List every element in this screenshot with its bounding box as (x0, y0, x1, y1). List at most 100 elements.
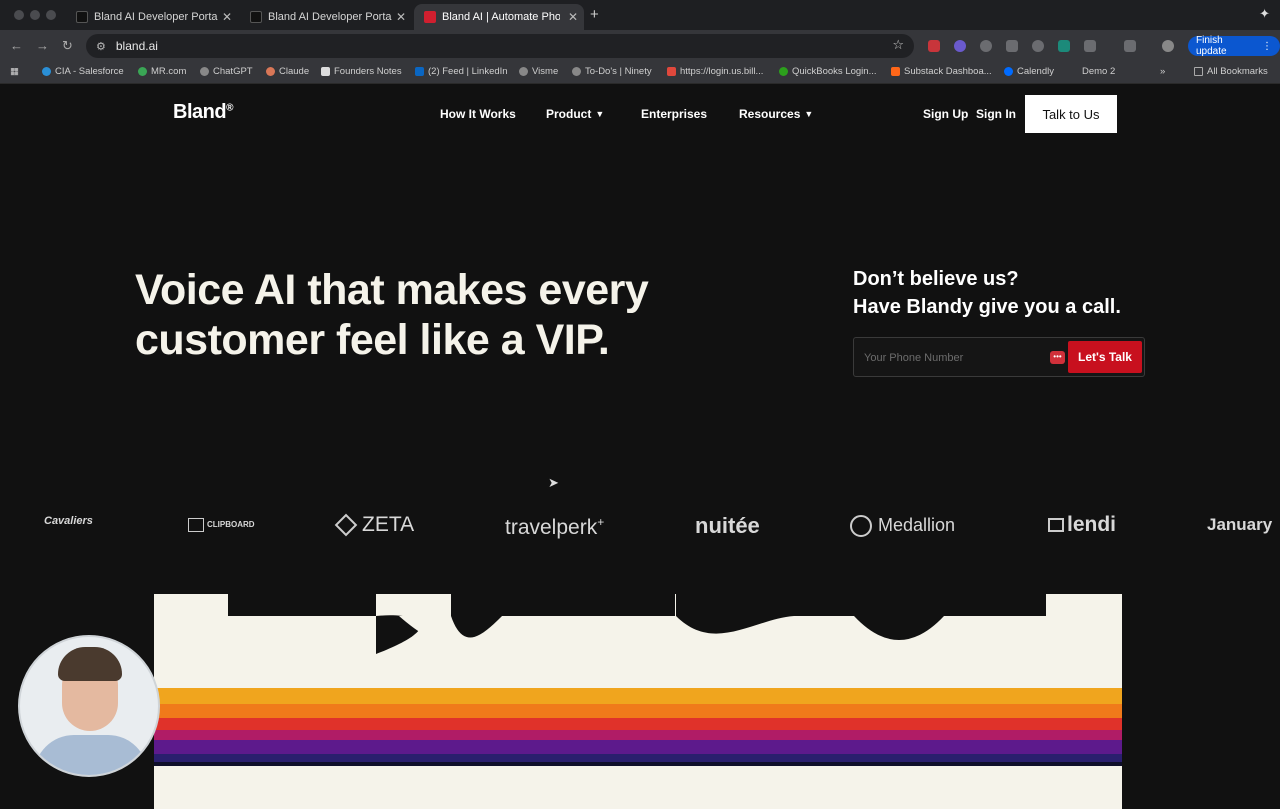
button-label: Let's Talk (1078, 350, 1132, 364)
tab-close-icon[interactable]: ✕ (396, 10, 406, 24)
brand-name: lendi (1067, 513, 1117, 536)
apps-grid-icon[interactable]: ▦ (10, 66, 19, 77)
brand-logo-cavaliers: Cavaliers (44, 515, 93, 527)
tab-close-icon[interactable]: ✕ (222, 10, 232, 24)
extension-icon[interactable] (954, 40, 966, 52)
zeta-diamond-icon (334, 514, 358, 537)
bookmark-item[interactable]: Substack Dashboa... (891, 66, 992, 77)
bookmark-item[interactable]: MR.com (138, 66, 186, 77)
back-icon[interactable]: ← (10, 38, 23, 53)
presenter-hair (58, 647, 122, 681)
linkedin-icon (415, 67, 424, 76)
extension-icon[interactable] (1058, 40, 1070, 52)
bookmarks-bar: ▦ CIA - Salesforce MR.com ChatGPT Claude… (0, 62, 1280, 84)
sign-in-link[interactable]: Sign In (976, 107, 1016, 121)
address-bar[interactable]: ⚙ bland.ai ☆ (86, 34, 914, 58)
bookmark-item[interactable]: ChatGPT (200, 66, 253, 77)
browser-tab-active[interactable]: Bland AI | Automate Phone Ca ✕ (414, 4, 584, 30)
banner-stripe (154, 740, 1122, 754)
window-close-dot[interactable] (14, 10, 24, 20)
forward-icon[interactable]: → (36, 38, 49, 53)
bookmark-label: https://login.us.bill... (680, 66, 764, 77)
brand-logo-travelperk: travelperk+ (505, 515, 605, 539)
cta-line: Have Blandy give you a call. (853, 296, 1121, 318)
hero-headline: Voice AI that makes every customer feel … (135, 265, 735, 365)
bookmark-star-icon[interactable]: ☆ (892, 37, 904, 53)
sign-up-link[interactable]: Sign Up (923, 107, 968, 121)
bookmark-item[interactable]: To-Do's | Ninety (572, 66, 652, 77)
brand-name: Cavaliers (44, 515, 93, 527)
webcam-presenter-bubble (18, 635, 160, 777)
nav-label: How It Works (440, 107, 516, 121)
bookmark-label: Founders Notes (334, 66, 402, 77)
nav-product[interactable]: Product ▼ (546, 107, 604, 121)
salesforce-icon (42, 67, 51, 76)
banner-stripe (154, 688, 1122, 704)
bookmark-item[interactable]: Claude (266, 66, 309, 77)
bookmark-item[interactable]: Visme (519, 66, 558, 77)
extension-icon[interactable] (928, 40, 940, 52)
extension-icon[interactable] (1032, 40, 1044, 52)
nav-resources[interactable]: Resources ▼ (739, 107, 813, 121)
bookmark-item[interactable]: Founders Notes (321, 66, 402, 77)
all-bookmarks[interactable]: All Bookmarks (1194, 66, 1268, 77)
address-url[interactable]: bland.ai (116, 39, 158, 53)
bookmark-item[interactable]: Demo 2 (1082, 66, 1115, 77)
lets-talk-button[interactable]: Let's Talk (1068, 341, 1142, 373)
visme-icon (519, 67, 528, 76)
nav-label: Sign Up (923, 107, 969, 121)
profile-avatar[interactable] (1162, 40, 1174, 52)
button-label: Talk to Us (1042, 106, 1100, 122)
presenter-shirt (34, 735, 148, 775)
brand-logo-clipboard: CLIPBOARD (188, 518, 255, 532)
extension-icon[interactable] (980, 40, 992, 52)
quickbooks-icon (779, 67, 788, 76)
banner-stripe (154, 754, 1122, 762)
window-zoom-dot[interactable] (46, 10, 56, 20)
phone-number-input[interactable] (864, 348, 1044, 368)
mr-icon (138, 67, 147, 76)
more-bookmarks-icon[interactable]: » (1160, 66, 1165, 77)
finish-update-button[interactable]: Finish update ⋮ (1188, 35, 1280, 57)
substack-icon (891, 67, 900, 76)
bookmark-item[interactable]: CIA - Salesforce (42, 66, 124, 77)
bookmark-item[interactable]: https://login.us.bill... (667, 66, 763, 77)
new-tab-icon[interactable]: + (590, 6, 599, 23)
founders-notes-icon (321, 67, 330, 76)
window-minimize-dot[interactable] (30, 10, 40, 20)
site-info-icon[interactable]: ⚙ (96, 40, 106, 53)
chevron-down-icon: ▼ (804, 109, 814, 119)
clipboard-icon (188, 518, 204, 532)
browser-tab[interactable]: Bland AI Developer Portal ✕ (66, 4, 238, 30)
browser-tab[interactable]: Bland AI Developer Portal ✕ (240, 4, 412, 30)
bookmark-label: Claude (279, 66, 310, 77)
claude-icon (266, 67, 275, 76)
bill-icon (667, 67, 676, 76)
finish-update-label: Finish update (1196, 35, 1227, 57)
reload-icon[interactable]: ↻ (62, 38, 73, 54)
medallion-icon (850, 515, 872, 538)
hero-line: customer feel like a VIP. (135, 316, 610, 364)
gemini-spark-icon[interactable]: ✦ (1259, 6, 1270, 22)
nav-how-it-works[interactable]: How It Works (440, 107, 516, 121)
nav-enterprises[interactable]: Enterprises (641, 107, 707, 121)
nav-label: Sign In (976, 107, 1016, 121)
talk-to-us-button[interactable]: Talk to Us (1025, 95, 1117, 133)
tab-close-icon[interactable]: ✕ (568, 10, 578, 24)
hero-line: Voice AI that makes every (135, 266, 649, 314)
bland-logo[interactable]: Bland® (173, 101, 233, 124)
bookmark-item[interactable]: Calendly (1004, 66, 1054, 77)
bookmark-item[interactable]: (2) Feed | LinkedIn (415, 66, 508, 77)
nav-label: Resources (739, 107, 801, 121)
tab-title: Bland AI Developer Portal (94, 11, 218, 23)
tab-favicon-icon (250, 11, 262, 23)
extension-icon[interactable] (1006, 40, 1018, 52)
calendly-icon (1004, 67, 1013, 76)
password-manager-icon[interactable]: ••• (1050, 351, 1065, 364)
browser-toolbar: ← → ↻ ⚙ bland.ai ☆ Finish update ⋮ (0, 30, 1280, 62)
bookmark-item[interactable]: QuickBooks Login... (779, 66, 877, 77)
chatgpt-icon (200, 67, 209, 76)
browser-tab-bar: Bland AI Developer Portal ✕ Bland AI Dev… (0, 0, 1280, 30)
extensions-puzzle-icon[interactable] (1084, 40, 1096, 52)
side-panel-icon[interactable] (1124, 40, 1136, 52)
